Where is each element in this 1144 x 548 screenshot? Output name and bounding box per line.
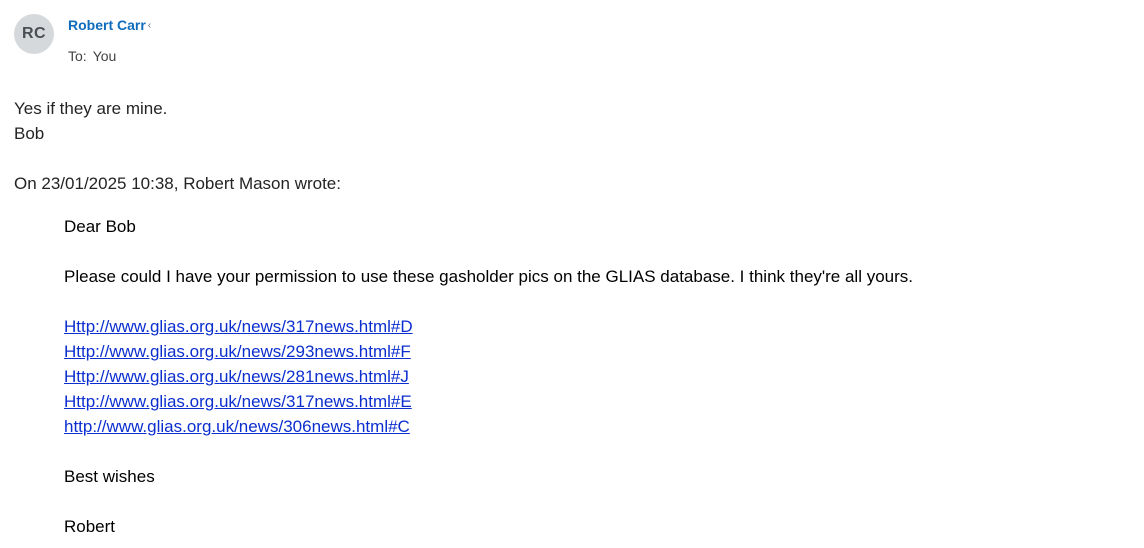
recipients-row: To: You xyxy=(68,47,116,65)
sender-row: Robert Carr ‹ xyxy=(68,16,151,34)
quoted-closing: Best wishes xyxy=(64,467,155,486)
link-281news-j[interactable]: Http://www.glias.org.uk/news/281news.htm… xyxy=(64,367,409,386)
reply-line-1: Yes if they are mine. xyxy=(14,99,168,118)
quoted-request: Please could I have your permission to u… xyxy=(64,267,914,286)
quoted-signature: Robert xyxy=(64,517,116,536)
recipient-you[interactable]: You xyxy=(93,48,117,64)
message-header: RC Robert Carr ‹ To: You xyxy=(14,14,614,64)
quote-attribution: On 23/01/2025 10:38, Robert Mason wrote: xyxy=(14,174,341,193)
quoted-greeting: Dear Bob xyxy=(64,217,136,236)
reply-body: Yes if they are mine. Bob xyxy=(14,96,167,146)
link-317news-d[interactable]: Http://www.glias.org.uk/news/317news.htm… xyxy=(64,317,413,336)
quoted-message: Dear Bob Please could I have your permis… xyxy=(64,214,913,539)
link-306news-c[interactable]: http://www.glias.org.uk/news/306news.htm… xyxy=(64,417,410,436)
link-317news-e[interactable]: Http://www.glias.org.uk/news/317news.htm… xyxy=(64,392,412,411)
avatar[interactable]: RC xyxy=(14,14,54,54)
chevron-left-icon[interactable]: ‹ xyxy=(148,20,151,31)
sender-name[interactable]: Robert Carr xyxy=(68,17,146,33)
reply-signature: Bob xyxy=(14,124,45,143)
to-label: To: xyxy=(68,48,87,64)
link-293news-f[interactable]: Http://www.glias.org.uk/news/293news.htm… xyxy=(64,342,411,361)
